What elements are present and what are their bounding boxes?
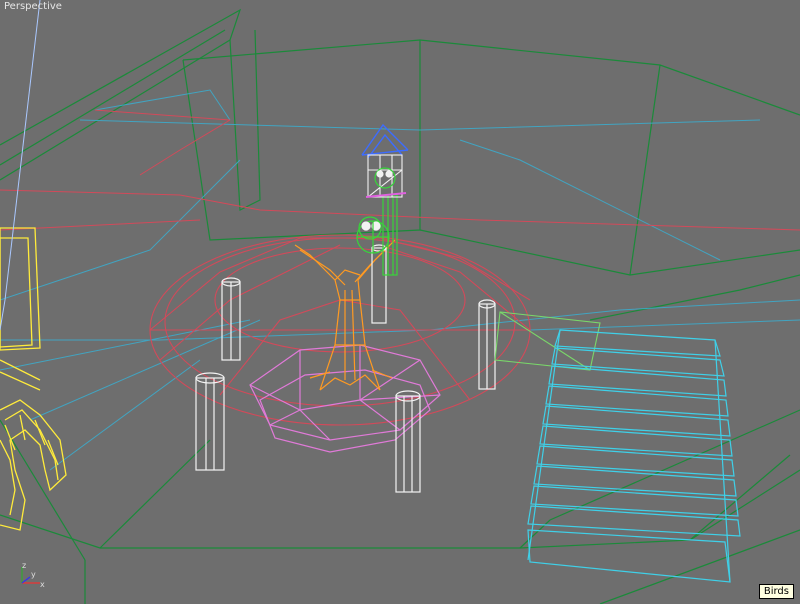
- bird-lower: [356, 216, 390, 254]
- birdhouse-body: [367, 154, 403, 198]
- pillar-1: [221, 277, 241, 361]
- viewport-label[interactable]: Perspective: [4, 1, 62, 12]
- birdhouse: [361, 123, 409, 159]
- pillar-3: [478, 299, 496, 390]
- object-tooltip: Birds: [758, 584, 794, 599]
- stairs: [527, 329, 741, 583]
- bird-pole: [382, 194, 398, 276]
- tree: [294, 239, 396, 391]
- wireframe-scene[interactable]: [0, 0, 800, 604]
- axis-y-label: y: [31, 570, 36, 579]
- rope: [0, 0, 41, 331]
- pillar-4: [195, 372, 225, 471]
- pillar-5: [395, 390, 421, 493]
- perspective-viewport[interactable]: Perspective x z y Birds: [0, 0, 800, 604]
- yellow-chair: [0, 227, 67, 531]
- rug: [149, 234, 531, 426]
- axis-z-label: z: [22, 561, 27, 570]
- axis-x-label: x: [40, 580, 45, 589]
